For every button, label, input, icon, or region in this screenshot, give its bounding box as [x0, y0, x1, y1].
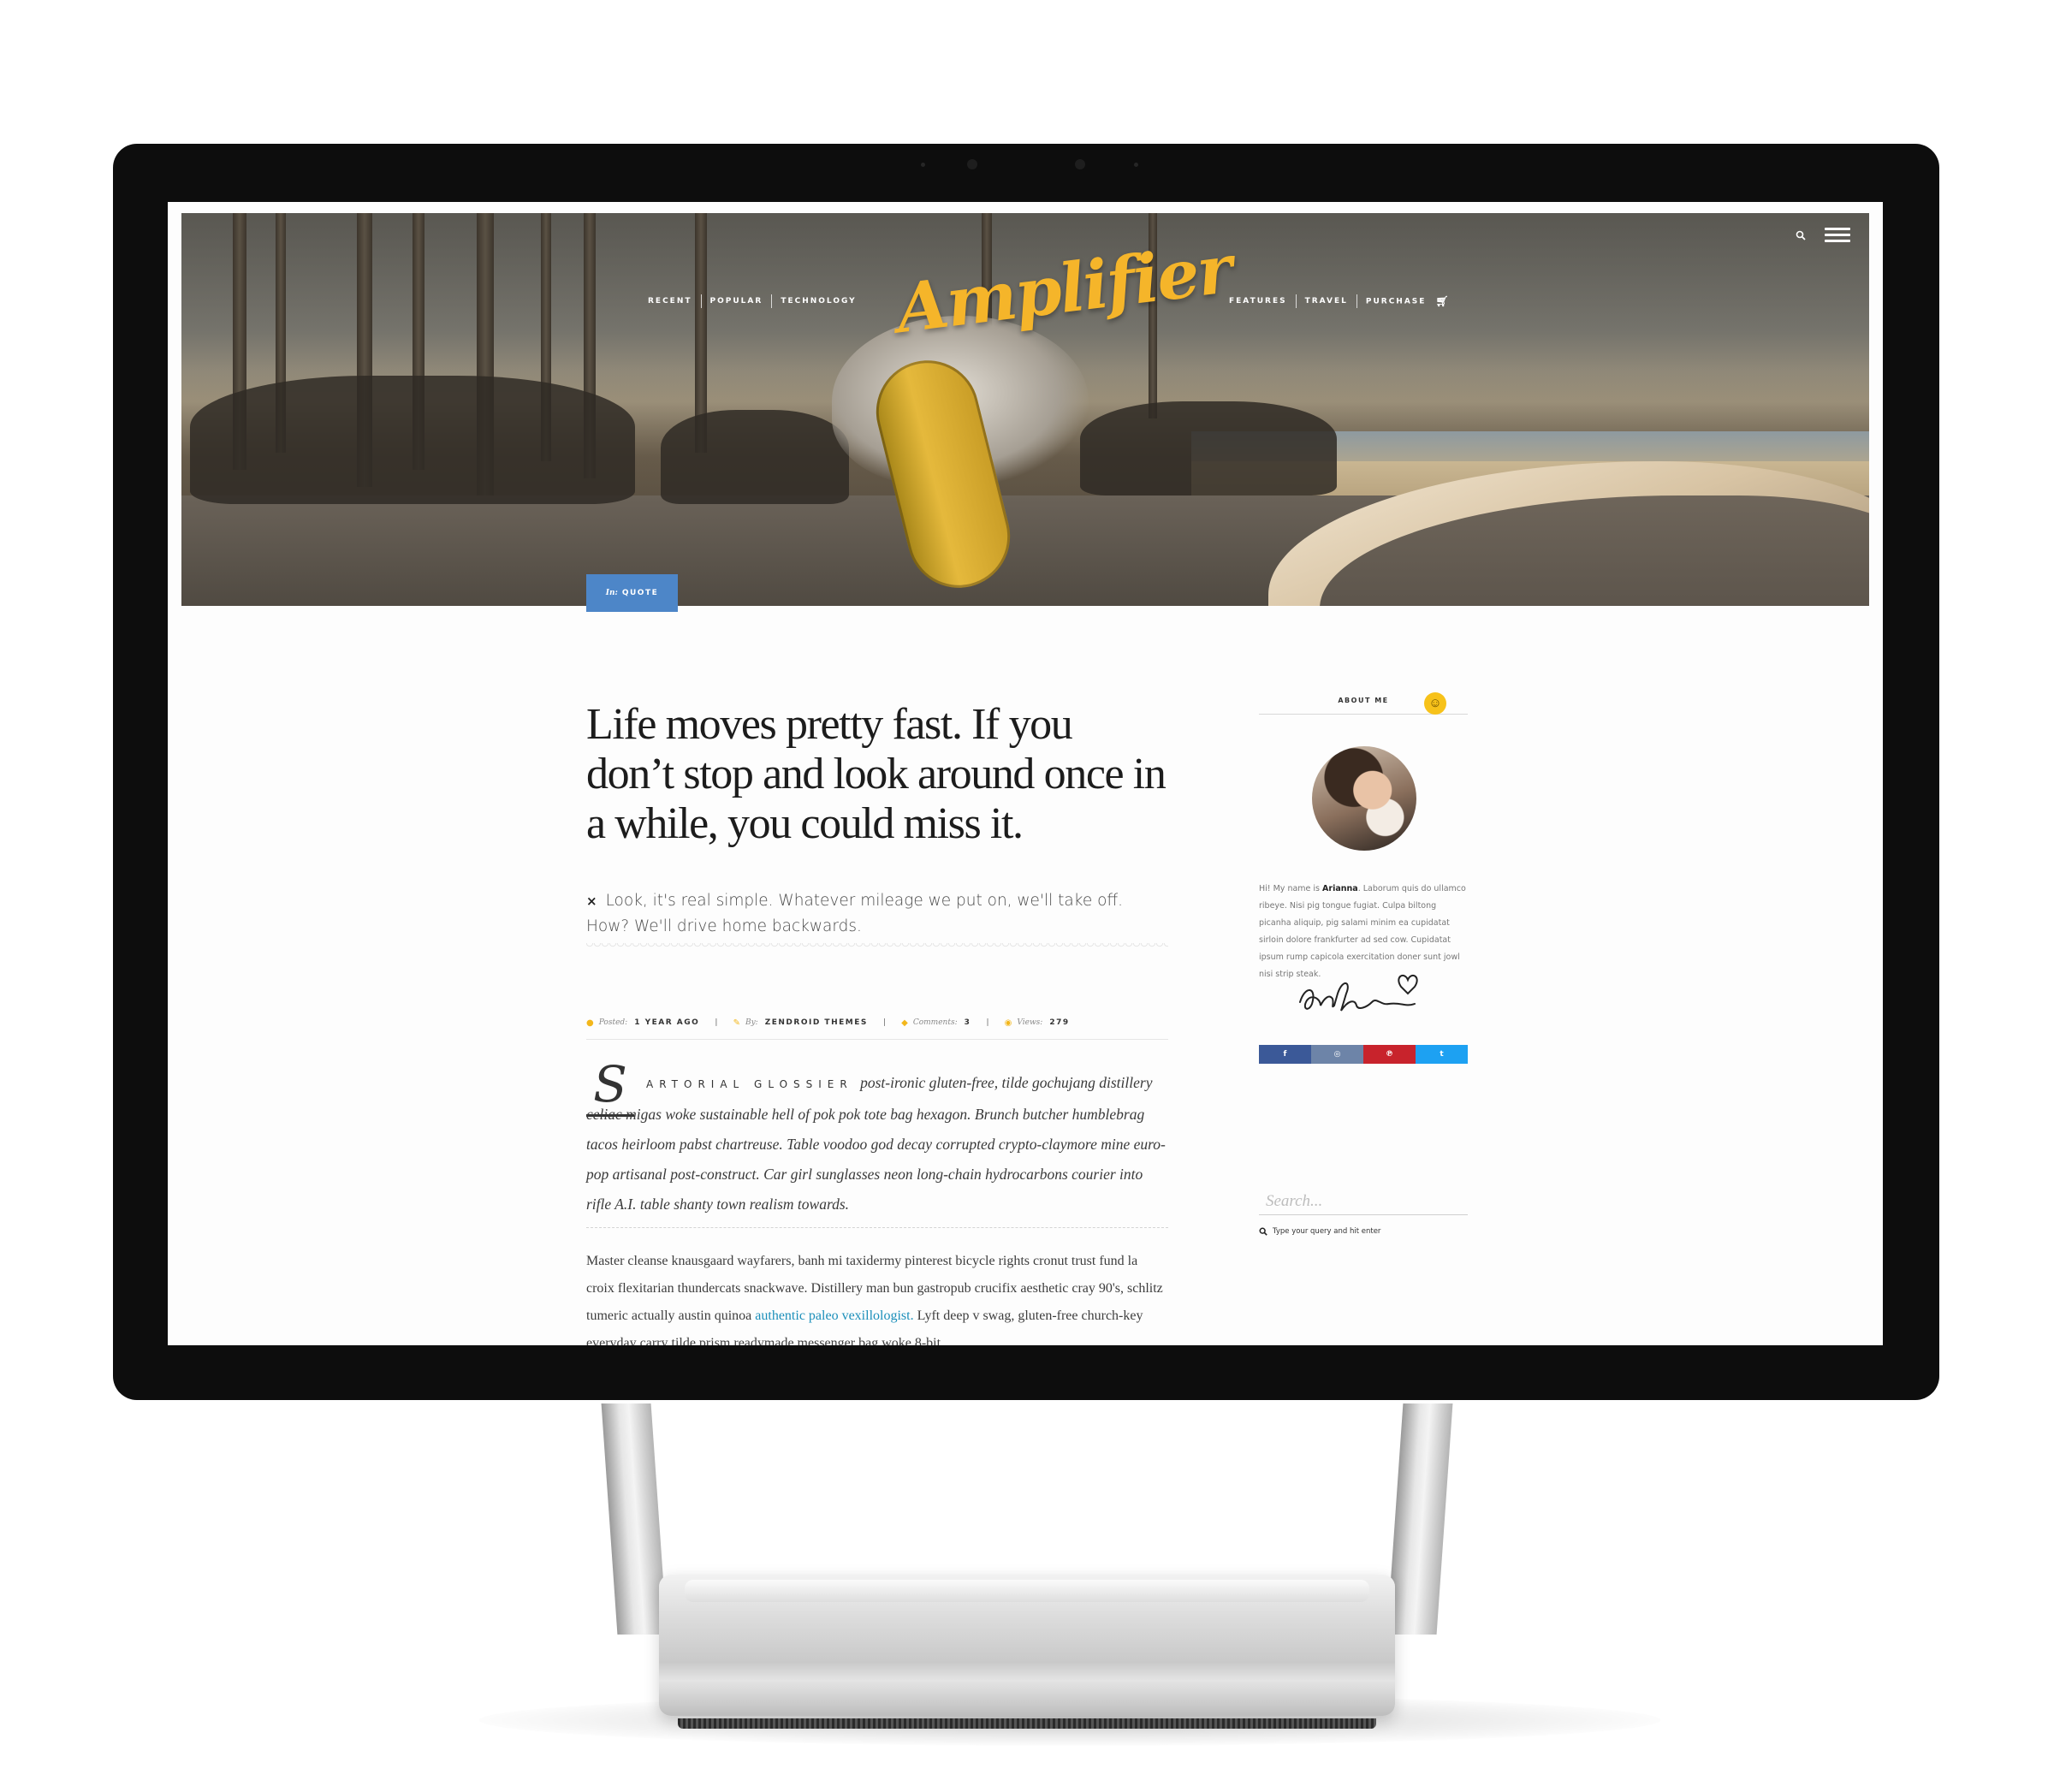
- nav-item-travel[interactable]: Travel: [1297, 294, 1357, 309]
- instagram-icon[interactable]: ◎: [1311, 1045, 1363, 1064]
- search-icon[interactable]: [1790, 227, 1811, 247]
- avatar: [1312, 746, 1416, 851]
- nav-item-popular[interactable]: Popular: [702, 294, 773, 308]
- stand-arm-right: [1386, 1403, 1453, 1635]
- stand-base-top: [685, 1580, 1369, 1602]
- nav-right: Features Travel Purchase 🛒︎: [1229, 294, 1459, 309]
- by-label: By:: [745, 1018, 758, 1027]
- sidebar-search-input[interactable]: [1259, 1188, 1468, 1215]
- posted-label: Posted:: [598, 1018, 628, 1027]
- category-label: Quote: [621, 589, 659, 597]
- quote-subtitle-text: Look, it's real simple. Whatever mileage…: [586, 892, 1124, 935]
- article-quote-title: Life moves pretty fast. If you don’t sto…: [586, 700, 1167, 848]
- comments-count[interactable]: 3: [965, 1018, 971, 1027]
- author-icon: ✎: [733, 1018, 740, 1028]
- wavy-divider: [586, 943, 1168, 950]
- cart-icon: 🛒︎: [1435, 295, 1451, 307]
- dashed-divider: [586, 1227, 1168, 1228]
- eye-icon: ◉: [1004, 1018, 1012, 1028]
- views-count: 279: [1049, 1018, 1070, 1027]
- site-logo[interactable]: Amplifier: [892, 230, 1235, 365]
- comment-icon: ◆: [901, 1018, 908, 1028]
- lead-caps: artorial glossier: [646, 1078, 853, 1090]
- views-label: Views:: [1017, 1018, 1043, 1027]
- camera-lens: [967, 159, 977, 169]
- crowd-left: [190, 376, 635, 504]
- author-link[interactable]: Zendroid Themes: [765, 1018, 868, 1027]
- meta-separator: |: [986, 1018, 989, 1027]
- posted-value: 1 year ago: [634, 1018, 700, 1027]
- comments-label: Comments:: [912, 1018, 958, 1027]
- nav-item-recent[interactable]: Recent: [648, 294, 702, 308]
- search-icon: [1259, 1227, 1267, 1236]
- nav-left: Recent Popular Technology: [648, 294, 865, 308]
- stand-vent: [678, 1718, 1376, 1729]
- pinterest-icon[interactable]: ℗: [1363, 1045, 1416, 1064]
- meta-separator: |: [882, 1018, 887, 1027]
- meta-separator: |: [715, 1018, 718, 1027]
- close-icon: ×: [586, 893, 597, 909]
- camera-lens: [1075, 159, 1085, 169]
- social-bar: f ◎ ℗ t: [1259, 1045, 1468, 1064]
- category-prefix: In:: [605, 589, 618, 597]
- category-badge[interactable]: In: Quote: [586, 574, 678, 612]
- stand-arm-left: [601, 1403, 668, 1635]
- nav-item-features[interactable]: Features: [1229, 294, 1297, 309]
- sensor-dot: [921, 163, 925, 167]
- about-name: Arianna: [1322, 884, 1358, 893]
- signature-image: [1299, 974, 1418, 1012]
- facebook-icon[interactable]: f: [1259, 1045, 1311, 1064]
- about-body: . Laborum quis do ullamco ribeye. Nisi p…: [1259, 884, 1466, 979]
- sensor-dot: [1134, 163, 1138, 167]
- crowd-right: [1080, 401, 1337, 495]
- nav-item-purchase[interactable]: Purchase 🛒︎: [1357, 294, 1459, 309]
- clock-icon: ●: [586, 1018, 594, 1028]
- search-hint-text: Type your query and hit enter: [1273, 1227, 1381, 1236]
- crowd-middle: [661, 410, 849, 504]
- nav-item-purchase-label: Purchase: [1365, 297, 1427, 306]
- screen: Recent Popular Technology Amplifier Feat…: [168, 202, 1883, 1345]
- hero-image: Recent Popular Technology Amplifier Feat…: [181, 213, 1869, 606]
- smiley-icon: ☺: [1424, 692, 1446, 715]
- quote-subtitle: × Look, it's real simple. Whatever mileag…: [586, 888, 1168, 940]
- body-link[interactable]: authentic paleo vexillologist.: [755, 1308, 913, 1323]
- body-paragraph: Master cleanse knausgaard wayfarers, ban…: [586, 1248, 1168, 1345]
- lead-text: post-ironic gluten-free, tilde gochujang…: [586, 1074, 1166, 1213]
- search-hint: Type your query and hit enter: [1259, 1227, 1468, 1236]
- post-meta: ● Posted: 1 year ago | ✎ By: Zendroid Th…: [586, 1013, 1168, 1040]
- nav-item-technology[interactable]: Technology: [772, 294, 864, 308]
- twitter-icon[interactable]: t: [1416, 1045, 1468, 1064]
- hamburger-menu-icon[interactable]: [1825, 224, 1850, 245]
- about-intro: Hi! My name is: [1259, 884, 1323, 893]
- lead-paragraph: artorial glossier post-ironic gluten-fre…: [586, 1068, 1168, 1219]
